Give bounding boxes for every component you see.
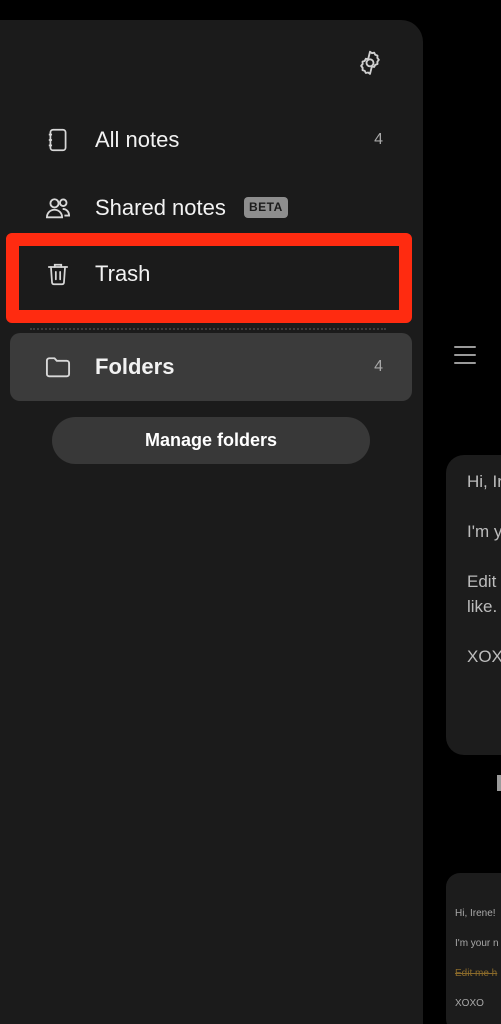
note-thumb-line: XOXO [455,998,484,1009]
note-count: 4 [374,131,383,148]
sidebar-item-label: Folders [95,354,175,379]
manage-folders-button[interactable]: Manage folders [52,417,370,464]
note-card-line: XOX [467,647,501,666]
note-card[interactable]: Hi, Ir I'm y Edit like. XOX [446,455,501,755]
hamburger-menu-icon[interactable] [454,346,476,366]
note-thumb-line: I'm your n [455,938,499,949]
sidebar-item-label: Shared notes [95,195,226,220]
folder-icon [44,353,72,381]
note-card-line: like. [467,597,498,616]
beta-badge: BETA [244,197,288,218]
note-card-thumbnail[interactable]: Hi, Irene! I'm your n Edit me h XOXO [446,873,501,1024]
sidebar-item-all-notes[interactable]: All notes 4 [0,112,423,168]
settings-gear-icon[interactable] [356,50,384,78]
note-card-line: Hi, Ir [467,472,501,491]
sidebar-item-folders[interactable]: Folders 4 [10,333,412,401]
divider [30,328,386,330]
note-thumb-line: Edit me h [455,968,498,979]
selection-highlight-box [6,233,412,323]
notebook-icon [44,126,72,154]
note-card-line: Edit [467,572,497,591]
note-card-line: I'm y [467,522,501,541]
partial-text [497,775,501,791]
folder-count: 4 [374,358,383,375]
people-icon [44,194,72,222]
note-thumb-line: Hi, Irene! [455,908,496,919]
sidebar-item-label: All notes [95,127,180,152]
navigation-drawer: All notes 4 Shared notes BETA Trash Fold… [0,20,423,1024]
sidebar-item-shared-notes[interactable]: Shared notes BETA [0,180,423,236]
